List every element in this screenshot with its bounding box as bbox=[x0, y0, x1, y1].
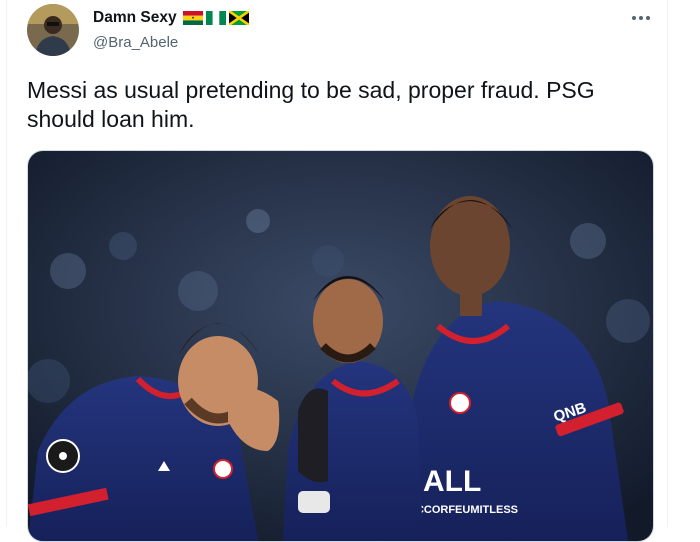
jamaica-flag-icon bbox=[228, 11, 249, 25]
display-name[interactable]: Damn Sexy bbox=[93, 9, 177, 27]
ghana-flag-icon bbox=[182, 11, 203, 25]
slogan-text: ACCORFEUMITLESS bbox=[408, 504, 518, 516]
more-horizontal-icon[interactable] bbox=[625, 6, 657, 30]
tweet-card: Damn Sexy @Bra_Abele Messi as usual pret… bbox=[6, 0, 668, 542]
user-handle[interactable]: @Bra_Abele bbox=[93, 34, 178, 51]
flag-emojis bbox=[182, 11, 249, 25]
avatar[interactable] bbox=[27, 4, 79, 56]
tweet-text: Messi as usual pretending to be sad, pro… bbox=[27, 77, 595, 132]
nigeria-flag-icon bbox=[205, 11, 226, 25]
name-row: Damn Sexy bbox=[93, 9, 249, 27]
tweet-photo[interactable]: QNB ALL ACCORFEUMITLESS bbox=[27, 150, 654, 542]
jersey-brand: ALL bbox=[423, 465, 481, 498]
